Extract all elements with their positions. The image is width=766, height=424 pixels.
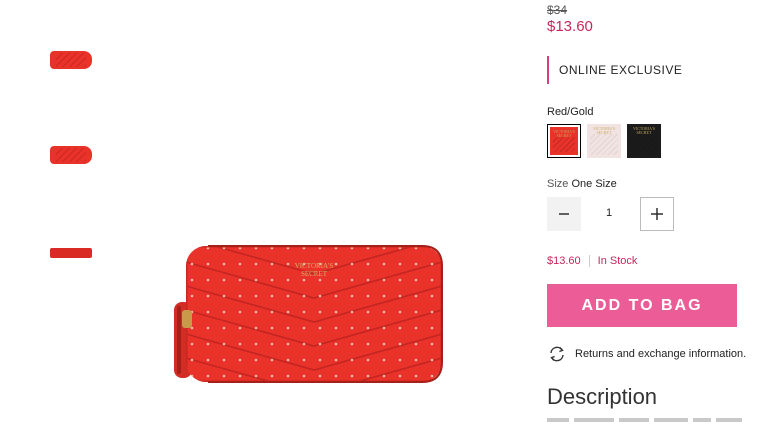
quantity-value[interactable]: 1	[591, 207, 627, 219]
selected-color-name: Red/Gold	[547, 106, 594, 118]
swatch-black[interactable]: VICTORIA'S SECRET	[627, 124, 661, 158]
plus-icon	[651, 208, 663, 220]
minus-icon	[559, 213, 569, 215]
swatch-blush[interactable]: VICTORIA'S SECRET	[587, 124, 621, 158]
stock-status: In Stock	[597, 255, 638, 267]
thumbnail-open[interactable]	[44, 238, 100, 278]
stock-row: $13.60 In Stock	[547, 255, 637, 267]
original-price: $34	[547, 3, 568, 17]
exchange-icon	[550, 346, 564, 362]
add-to-bag-button[interactable]: ADD TO BAG	[547, 284, 737, 327]
wallet-image: VICTORIA'S SECRET	[174, 245, 443, 383]
brand-logo: VICTORIA'S	[295, 262, 334, 270]
size-label: Size One Size	[547, 178, 617, 190]
svg-text:SECRET: SECRET	[301, 270, 328, 278]
thumbnail-wallet-front	[50, 51, 92, 69]
sale-price: $13.60	[547, 18, 593, 35]
description-text-cropped	[547, 418, 765, 424]
quantity-increase-button[interactable]	[640, 197, 674, 231]
thumbnail-angle[interactable]	[44, 135, 100, 175]
description-heading: Description	[547, 384, 658, 409]
size-label-text: Size	[547, 178, 569, 190]
returns-link[interactable]: Returns and exchange information.	[547, 346, 746, 362]
quantity-decrease-button[interactable]	[547, 197, 581, 231]
thumbnail-wallet-open	[50, 248, 92, 258]
online-exclusive-badge: ONLINE EXCLUSIVE	[547, 56, 682, 84]
swatch-red-gold[interactable]: VICTORIA'S SECRET	[547, 124, 581, 158]
size-value: One Size	[571, 178, 617, 190]
thumbnail-wallet-angle	[50, 146, 92, 164]
stock-separator	[588, 255, 590, 267]
product-image: VICTORIA'S SECRET	[168, 240, 446, 386]
returns-text: Returns and exchange information.	[575, 348, 747, 360]
thumbnail-front[interactable]	[44, 40, 100, 80]
stock-price: $13.60	[547, 255, 581, 267]
